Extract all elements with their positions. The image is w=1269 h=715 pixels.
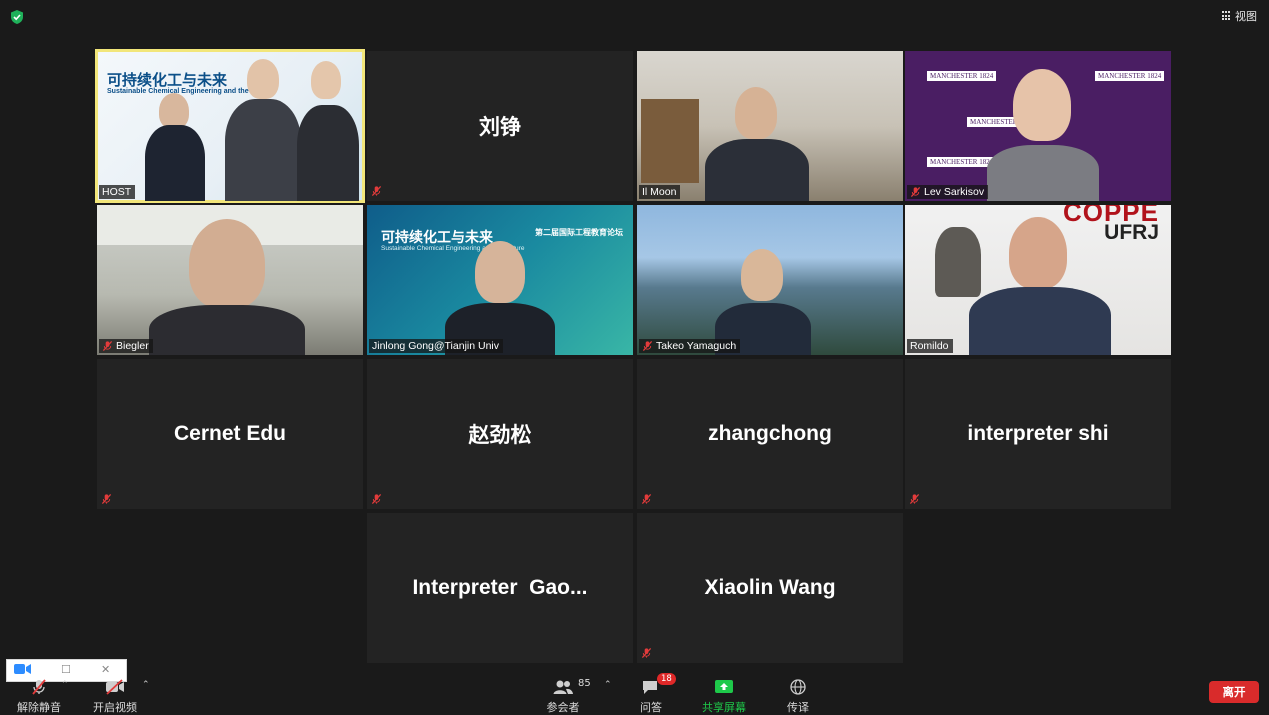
audio-options-caret-icon[interactable]: ⌃	[61, 680, 69, 690]
forum-title: 第二届国际工程教育论坛	[535, 228, 623, 237]
share-screen-icon	[715, 680, 733, 693]
muted-mic-icon	[102, 341, 113, 351]
participants-count: 85	[578, 678, 591, 689]
muted-mic-icon	[641, 648, 652, 658]
close-icon[interactable]: ✕	[101, 663, 110, 676]
unmute-label: 解除静音	[17, 701, 61, 714]
view-button[interactable]: 视图	[1222, 8, 1257, 24]
video-tile[interactable]: Biegler	[97, 205, 363, 355]
video-options-caret-icon[interactable]: ⌃	[142, 680, 150, 690]
muted-mic-icon	[371, 186, 382, 196]
manchester-logo: MANCHESTER 1824	[927, 157, 997, 167]
participant-name: Interpreter Gao...	[412, 576, 588, 599]
start-video-label: 开启视频	[93, 701, 137, 714]
ufrj-logo: UFRJ	[1104, 221, 1159, 244]
qa-label: 问答	[640, 701, 662, 714]
share-screen-label: 共享屏幕	[702, 701, 746, 714]
participant-name: 赵劲松	[468, 424, 532, 447]
participant-tile[interactable]: 赵劲松	[367, 359, 633, 509]
video-off-icon	[106, 679, 124, 695]
participants-icon	[553, 680, 573, 694]
view-label: 视图	[1235, 10, 1257, 23]
unmute-button[interactable]: 解除静音	[16, 678, 62, 715]
muted-mic-icon	[641, 494, 652, 504]
participant-label: Jinlong Gong@Tianjin Univ	[369, 339, 503, 353]
muted-mic-icon	[642, 341, 653, 351]
participant-tile[interactable]: Xiaolin Wang	[637, 513, 903, 663]
interpretation-button[interactable]: 传译	[782, 678, 814, 715]
security-shield-icon[interactable]	[9, 9, 25, 25]
video-tile[interactable]: Il Moon	[637, 51, 903, 201]
participant-tile[interactable]: Cernet Edu	[97, 359, 363, 509]
video-tile-host[interactable]: 可持续化工与未来 Sustainable Chemical Engineerin…	[95, 49, 365, 203]
participant-name: zhangchong	[708, 422, 832, 445]
participant-name: 刘铮	[479, 116, 521, 139]
participant-label: Lev Sarkisov	[907, 185, 989, 199]
manchester-logo: MANCHESTER 1824	[927, 71, 997, 81]
participant-label: Takeo Yamaguch	[639, 339, 741, 353]
participant-name: interpreter shi	[967, 422, 1109, 445]
grid-view-icon	[1222, 11, 1232, 21]
share-screen-button[interactable]: 共享屏幕	[700, 678, 748, 715]
muted-mic-icon	[371, 494, 382, 504]
muted-mic-icon	[101, 494, 112, 504]
interpretation-label: 传译	[787, 701, 809, 714]
participants-label: 参会者	[546, 701, 580, 714]
participants-options-caret-icon[interactable]: ⌃	[604, 680, 612, 690]
globe-icon	[790, 679, 806, 695]
video-tile[interactable]: Takeo Yamaguch	[637, 205, 903, 355]
participant-tile[interactable]: 刘铮	[367, 51, 633, 201]
participant-tile[interactable]: interpreter shi	[905, 359, 1171, 509]
maximize-icon[interactable]: ☐	[61, 663, 71, 676]
banner-title-cn: 可持续化工与未来	[381, 230, 493, 246]
video-camera-icon[interactable]	[13, 662, 33, 679]
participant-tile[interactable]: zhangchong	[637, 359, 903, 509]
video-tile[interactable]: 可持续化工与未来 Sustainable Chemical Engineerin…	[367, 205, 633, 355]
participant-name: Cernet Edu	[173, 422, 286, 445]
participant-label: Romildo	[907, 339, 953, 353]
video-tile[interactable]: MANCHESTER 1824 MANCHESTER 1824 MANCHEST…	[905, 51, 1171, 201]
participant-name: Xiaolin Wang	[704, 576, 836, 599]
participant-label: Il Moon	[639, 185, 681, 199]
muted-mic-icon	[910, 187, 921, 197]
participant-label: Biegler	[99, 339, 153, 353]
start-video-button[interactable]: 开启视频	[92, 678, 138, 715]
leave-button[interactable]: 离开	[1209, 681, 1259, 703]
participant-tile[interactable]: Interpreter Gao...	[367, 513, 633, 663]
participant-label: HOST	[99, 185, 136, 199]
participants-button[interactable]: 参会者	[543, 678, 583, 715]
video-tile[interactable]: COPPE UFRJ Romildo	[905, 205, 1171, 355]
manchester-logo: MANCHESTER 1824	[1095, 71, 1165, 81]
qa-badge: 18	[657, 673, 676, 685]
muted-mic-icon	[32, 679, 46, 695]
banner-title-cn: 可持续化工与未来	[107, 71, 228, 89]
muted-mic-icon	[909, 494, 920, 504]
